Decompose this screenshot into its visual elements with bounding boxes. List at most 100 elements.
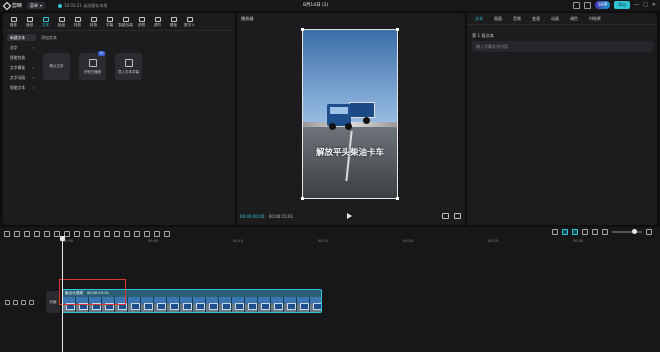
tab-animation[interactable]: 动画 bbox=[546, 13, 564, 24]
avatar-icon bbox=[186, 16, 193, 22]
category-smart-packaging[interactable]: 智能包装 bbox=[7, 54, 36, 61]
ai-tool-icon[interactable] bbox=[164, 230, 170, 237]
link-icon[interactable] bbox=[562, 229, 568, 235]
tool-text[interactable]: 文本 bbox=[38, 13, 53, 31]
play-icon[interactable] bbox=[347, 213, 352, 219]
tool-media[interactable]: 媒体 bbox=[6, 13, 21, 31]
clip-thumbnail bbox=[180, 297, 193, 312]
microphone-icon[interactable] bbox=[552, 229, 558, 235]
tool-avatar[interactable]: 数字人 bbox=[182, 13, 197, 31]
category-text-template[interactable]: 文字模板 › bbox=[7, 64, 36, 71]
tool-packaging[interactable]: 智能包装 bbox=[118, 13, 133, 31]
clip-thumbnail bbox=[154, 297, 167, 312]
freeze-icon[interactable] bbox=[84, 230, 90, 237]
split-left-icon[interactable] bbox=[44, 230, 50, 237]
rotate-icon[interactable] bbox=[114, 230, 120, 237]
layout-icon[interactable] bbox=[573, 1, 581, 9]
tool-template[interactable]: 模板 bbox=[166, 13, 181, 31]
tool-label: 数字人 bbox=[184, 22, 195, 27]
mirror-icon[interactable] bbox=[104, 230, 110, 237]
maximize-icon[interactable]: □ bbox=[643, 2, 648, 8]
truck-wheel bbox=[363, 117, 370, 124]
audio-icon bbox=[26, 16, 33, 22]
tab-speed[interactable]: 变速 bbox=[527, 13, 545, 24]
tab-picture[interactable]: 画面 bbox=[489, 13, 507, 24]
tool-subtitle[interactable]: 字幕 bbox=[102, 13, 117, 31]
video-preview[interactable]: 解放平头柴油卡车 bbox=[302, 29, 398, 199]
tab-audio[interactable]: 音频 bbox=[508, 13, 526, 24]
clip-thumbnail bbox=[297, 297, 310, 312]
reverse-icon[interactable] bbox=[94, 230, 100, 237]
category-smart-text[interactable]: 智能文本 › bbox=[7, 84, 36, 91]
template-icon bbox=[170, 16, 177, 22]
close-icon[interactable]: ✕ bbox=[652, 2, 656, 8]
export-button[interactable]: 导出 bbox=[614, 1, 631, 9]
time-ruler[interactable]: 00:00 00:05 00:10 00:15 00:20 00:25 00:3… bbox=[60, 239, 660, 247]
truck-windshield bbox=[330, 107, 348, 114]
tool-effects[interactable]: 特效 bbox=[70, 13, 85, 31]
menu-button[interactable]: 菜单 ▾ bbox=[27, 2, 46, 9]
media-panel: 媒体 音频 文本 贴纸 特效 转场 字幕 智能包装 滤镜 调节 模板 数字人 新… bbox=[3, 13, 235, 225]
playhead[interactable] bbox=[62, 236, 63, 352]
zoom-slider-knob[interactable] bbox=[632, 229, 637, 234]
zoom-out-icon[interactable] bbox=[602, 229, 608, 235]
tab-ai-effects[interactable]: AI效果 bbox=[584, 13, 606, 24]
select-tool-icon[interactable] bbox=[4, 230, 10, 237]
magnet-icon[interactable] bbox=[592, 229, 598, 235]
resize-handle[interactable] bbox=[301, 28, 304, 31]
tab-text[interactable]: 文本 bbox=[470, 13, 488, 24]
tab-color[interactable]: 调色 bbox=[565, 13, 583, 24]
ruler-tick: 00:30 bbox=[573, 239, 584, 243]
tool-transition[interactable]: 转场 bbox=[86, 13, 101, 31]
category-label: 文字模板 bbox=[10, 65, 26, 70]
shortcut-icon[interactable] bbox=[584, 1, 592, 9]
category-new-text[interactable]: 新建文本 bbox=[7, 34, 36, 41]
import-subtitle-card[interactable]: 导入文本字幕 bbox=[115, 53, 142, 80]
marker-icon[interactable] bbox=[74, 230, 80, 237]
text-category-list: 新建文本 花字 › 智能包装 文字模板 › 文字动画 › 智能文本 › bbox=[7, 34, 36, 91]
zoom-in-icon[interactable] bbox=[646, 229, 652, 235]
transition-icon bbox=[90, 16, 97, 22]
tool-adjust[interactable]: 调节 bbox=[150, 13, 165, 31]
category-fancy-text[interactable]: 花字 › bbox=[7, 44, 36, 51]
category-text-animation[interactable]: 文字动画 › bbox=[7, 74, 36, 81]
ruler-tick: 00:25 bbox=[488, 239, 499, 243]
subtitle-text-input[interactable]: 输入字幕文字内容 bbox=[472, 41, 653, 52]
speaker-icon[interactable] bbox=[21, 299, 26, 305]
project-title[interactable]: 8月14日 (2) bbox=[303, 2, 328, 9]
audio-separate-icon[interactable] bbox=[144, 230, 150, 237]
snap-icon[interactable] bbox=[572, 229, 578, 235]
resize-handle[interactable] bbox=[301, 197, 304, 200]
tool-filter[interactable]: 滤镜 bbox=[134, 13, 149, 31]
default-text-card[interactable]: 默认文本 bbox=[43, 53, 70, 80]
split-icon[interactable] bbox=[34, 230, 40, 237]
preview-axis-icon[interactable] bbox=[582, 229, 588, 235]
resize-handle[interactable] bbox=[396, 28, 399, 31]
svip-badge[interactable]: SVIP bbox=[595, 1, 611, 9]
player-controls: 00:00:00:00 00:00:15:01 bbox=[237, 211, 465, 223]
eye-icon[interactable] bbox=[13, 299, 18, 305]
speed-icon[interactable] bbox=[134, 230, 140, 237]
minimize-icon[interactable]: — bbox=[634, 2, 639, 8]
lock-icon[interactable] bbox=[5, 299, 10, 305]
total-time: 00:00:15:01 bbox=[268, 214, 294, 219]
crop-icon[interactable] bbox=[124, 230, 130, 237]
redo-icon[interactable] bbox=[24, 230, 30, 237]
tool-audio[interactable]: 音频 bbox=[22, 13, 37, 31]
cover-button[interactable]: 封面 bbox=[46, 291, 60, 313]
tool-label: 调节 bbox=[153, 22, 162, 27]
fullscreen-icon[interactable] bbox=[454, 213, 461, 219]
recognize-played-card[interactable]: AI 识别已播放 bbox=[79, 51, 106, 80]
clip-thumbnail bbox=[219, 297, 232, 312]
zoom-slider[interactable] bbox=[612, 229, 642, 234]
video-caption[interactable]: 解放平头柴油卡车 bbox=[303, 146, 397, 158]
player-header: 播放器 bbox=[241, 16, 254, 21]
clip-thumbnail bbox=[232, 297, 245, 312]
undo-icon[interactable] bbox=[14, 230, 20, 237]
ratio-icon[interactable] bbox=[442, 213, 449, 219]
resize-handle[interactable] bbox=[396, 197, 399, 200]
tool-sticker[interactable]: 贴纸 bbox=[54, 13, 69, 31]
app-logo-icon bbox=[2, 1, 12, 10]
more-icon[interactable] bbox=[29, 299, 34, 305]
smart-crop-icon[interactable] bbox=[154, 230, 160, 237]
